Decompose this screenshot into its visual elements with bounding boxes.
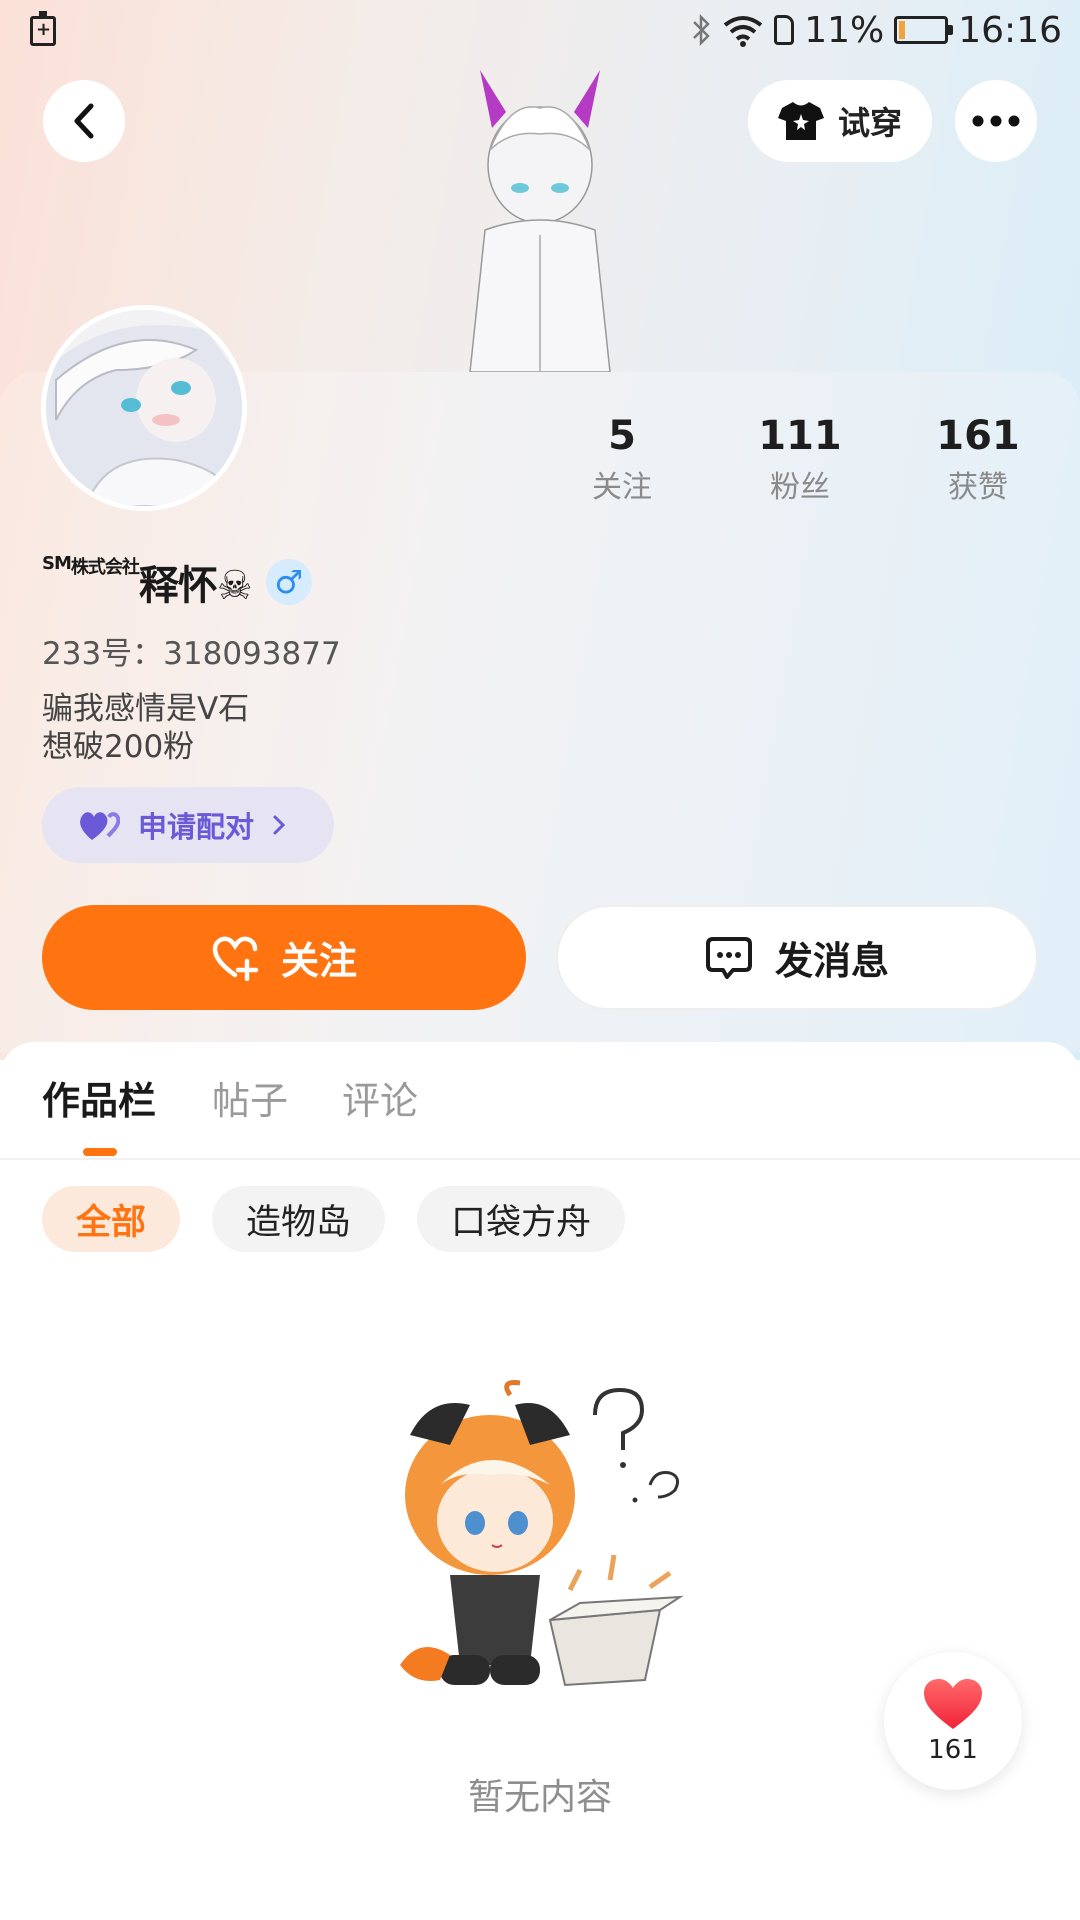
more-options-button[interactable] — [955, 80, 1037, 162]
stat-likes[interactable]: 161 获赞 — [908, 412, 1048, 510]
following-count: 5 — [608, 413, 636, 459]
likes-label: 获赞 — [948, 470, 1008, 505]
like-count: 161 — [928, 1735, 978, 1765]
chip-pocket-ark[interactable]: 口袋方舟 — [417, 1186, 626, 1252]
back-button[interactable] — [43, 80, 125, 162]
sim-card-icon — [774, 15, 795, 45]
send-message-button[interactable]: 发消息 — [556, 905, 1038, 1010]
chip-creation-island[interactable]: 造物岛 — [212, 1186, 386, 1252]
tab-posts[interactable]: 帖子 — [212, 1070, 288, 1125]
chat-bubble-icon — [705, 936, 752, 979]
avatar-character-figure — [469, 70, 611, 372]
heart-icon — [924, 1679, 982, 1729]
chevron-left-icon — [74, 103, 94, 139]
chevron-right-icon — [273, 815, 286, 835]
filter-chips: 全部 造物岛 口袋方舟 — [42, 1186, 626, 1252]
avatar-image — [46, 310, 242, 506]
try-on-label: 试穿 — [837, 104, 902, 142]
tab-works[interactable]: 作品栏 — [42, 1070, 156, 1125]
user-id: 233号：318093877 — [42, 636, 341, 672]
gender-male-icon: ♂ — [265, 559, 312, 605]
bio-line-2: 想破200粉 — [42, 729, 195, 765]
two-hearts-icon — [80, 812, 120, 840]
username-main: 释怀☠ — [138, 563, 253, 609]
battery-percent: 11% — [804, 9, 885, 51]
tab-divider — [0, 1158, 1080, 1160]
follow-label: 关注 — [280, 939, 357, 983]
status-bar: + 11% 16:16 — [0, 0, 1080, 62]
more-dots-icon — [972, 115, 1020, 127]
active-tab-indicator — [83, 1148, 117, 1156]
username-corp: 株式会社 — [70, 557, 140, 578]
stat-following[interactable]: 5 关注 — [552, 412, 692, 510]
heart-plus-icon — [212, 936, 259, 981]
username-row: SM株式会社释怀☠ ♂ — [42, 553, 312, 609]
username: SM株式会社释怀☠ — [42, 553, 253, 611]
send-message-label: 发消息 — [774, 939, 889, 983]
user-bio: 骗我感情是V石 想破200粉 — [42, 690, 249, 766]
empty-state-illustration — [400, 1380, 684, 1687]
followers-count: 111 — [758, 413, 842, 459]
chip-all[interactable]: 全部 — [42, 1186, 181, 1252]
wifi-icon — [724, 16, 763, 47]
user-avatar[interactable] — [41, 305, 247, 511]
tab-comments[interactable]: 评论 — [342, 1070, 418, 1125]
follow-button[interactable]: 关注 — [42, 905, 526, 1010]
like-floating-button[interactable]: 161 — [884, 1652, 1022, 1790]
following-label: 关注 — [592, 470, 652, 505]
profile-tabs: 作品栏 帖子 评论 — [0, 1070, 1080, 1158]
tshirt-icon — [777, 102, 824, 140]
clock: 16:16 — [958, 9, 1062, 51]
likes-count: 161 — [936, 413, 1020, 459]
followers-label: 粉丝 — [770, 470, 830, 505]
request-match-label: 申请配对 — [138, 810, 255, 844]
bluetooth-icon — [693, 13, 711, 47]
stat-followers[interactable]: 111 粉丝 — [730, 412, 870, 510]
bio-line-1: 骗我感情是V石 — [42, 691, 250, 727]
username-prefix: SM — [42, 553, 72, 574]
battery-icon — [894, 16, 954, 44]
request-match-button[interactable]: 申请配对 — [42, 787, 334, 863]
try-on-button[interactable]: 试穿 — [748, 80, 932, 162]
battery-saver-icon: + — [30, 11, 56, 46]
